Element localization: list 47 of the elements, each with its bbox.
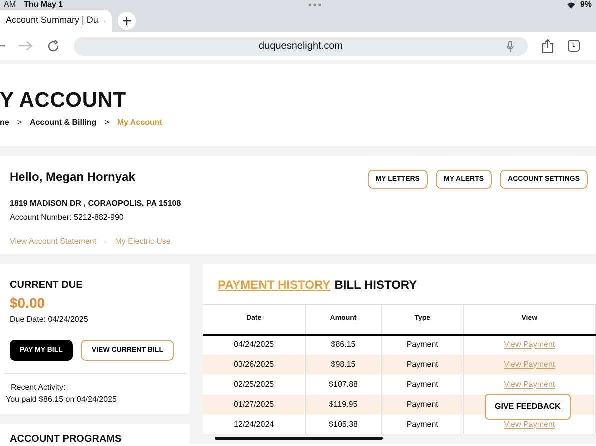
tab-title: Account Summary | Du bbox=[6, 14, 98, 28]
page-title: Y ACCOUNT bbox=[0, 90, 128, 111]
reload-icon[interactable] bbox=[47, 40, 60, 52]
type-cell: Payment bbox=[406, 340, 438, 349]
share-icon[interactable] bbox=[542, 38, 554, 54]
breadcrumb-separator: > bbox=[17, 117, 22, 129]
browser-tab[interactable]: Account Summary | Du bbox=[0, 10, 112, 32]
recent-activity-label: Recent Activity: bbox=[10, 382, 67, 394]
current-due-heading: CURRENT DUE bbox=[10, 279, 84, 293]
type-cell: Payment bbox=[406, 360, 438, 368]
amount-cell: $105.38 bbox=[329, 420, 358, 428]
type-cell: Payment bbox=[406, 380, 438, 388]
service-address: 1819 MADISON DR , CORAOPOLIS, PA 15108 bbox=[10, 198, 182, 210]
feedback-button[interactable]: GIVE FEEDBACK bbox=[485, 394, 571, 420]
type-cell: Payment bbox=[406, 400, 438, 408]
history-tab[interactable]: BILL HISTORY bbox=[334, 276, 418, 294]
date-cell: 01/27/2025 bbox=[234, 400, 274, 408]
date-cell: 03/26/2025 bbox=[234, 360, 274, 368]
date-cell: 02/25/2025 bbox=[234, 380, 274, 388]
address-bar[interactable]: duquesnelight.com bbox=[74, 36, 528, 56]
more-dots-icon[interactable] bbox=[308, 3, 322, 7]
breadcrumb-link[interactable]: ne bbox=[0, 117, 10, 129]
recent-activity-text: You paid $86.15 on 04/24/2025 bbox=[6, 394, 118, 406]
plus-icon bbox=[123, 17, 131, 25]
amount-cell: $86.15 bbox=[331, 340, 356, 349]
wifi-icon bbox=[567, 2, 576, 8]
due-date: Due Date: 04/24/2025 bbox=[10, 314, 90, 326]
status-date: Thu May 1 bbox=[24, 0, 64, 10]
type-cell: Payment bbox=[406, 420, 438, 428]
microphone-icon[interactable] bbox=[507, 40, 514, 52]
battery-percent: 9% bbox=[580, 0, 592, 10]
amount-cell: $107.88 bbox=[329, 380, 358, 388]
new-tab-button[interactable] bbox=[118, 12, 136, 30]
link-separator: · bbox=[104, 236, 108, 248]
amount-cell: $98.15 bbox=[331, 360, 356, 368]
date-cell: 12/24/2024 bbox=[234, 420, 274, 428]
breadcrumb-separator: > bbox=[104, 117, 110, 129]
amount-cell: $119.95 bbox=[329, 400, 358, 408]
forward-arrow-icon[interactable] bbox=[19, 41, 33, 51]
due-amount: $0.00 bbox=[10, 294, 46, 313]
url-text: duquesnelight.com bbox=[259, 40, 343, 54]
breadcrumb-link[interactable]: Account & Billing bbox=[30, 117, 97, 129]
programs-heading: ACCOUNT PROGRAMS bbox=[10, 433, 123, 446]
date-cell: 04/24/2025 bbox=[234, 340, 274, 349]
account-number: Account Number: 5212-882-990 bbox=[10, 212, 125, 224]
greeting: Hello, Megan Hornyak bbox=[10, 169, 136, 186]
status-time: AM bbox=[4, 0, 16, 10]
